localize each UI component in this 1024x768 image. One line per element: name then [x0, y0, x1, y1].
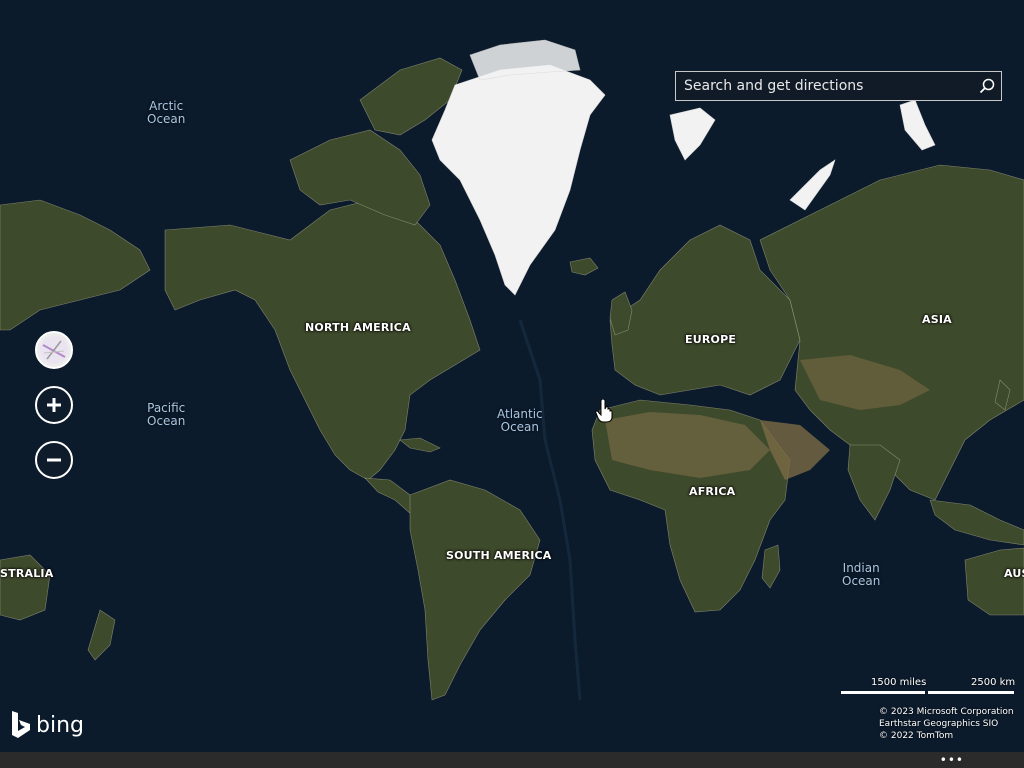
map-style-icon [40, 336, 68, 364]
label-indian-ocean: Indian Ocean [842, 561, 881, 588]
zoom-out-button[interactable] [35, 441, 73, 479]
label-south-america: SOUTH AMERICA [446, 549, 552, 562]
label-europe: EUROPE [685, 333, 737, 346]
more-options-button[interactable]: ••• [940, 753, 964, 767]
bottom-app-bar: ••• [0, 752, 1024, 768]
bing-wordmark: bing [36, 712, 84, 738]
label-atlantic-ocean: Atlantic Ocean [497, 407, 543, 434]
zoom-in-button[interactable] [35, 386, 73, 424]
search-button[interactable] [973, 72, 1001, 100]
search-input[interactable] [676, 72, 973, 100]
plus-icon [47, 398, 61, 412]
copyright-line-1: © 2023 Microsoft Corporation [879, 707, 1014, 717]
scale-bar-miles [841, 691, 925, 694]
label-pacific-ocean: Pacific Ocean [147, 401, 186, 428]
map-style-button[interactable] [35, 331, 73, 369]
scale-km-label: 2500 km [971, 677, 1016, 688]
hand-cursor-icon [595, 399, 613, 423]
label-australia-right: AUS [1004, 567, 1024, 580]
search-icon [979, 78, 995, 94]
scale-bar-km [928, 691, 1014, 694]
copyright-notice: © 2023 Microsoft Corporation Earthstar G… [879, 706, 1014, 742]
minus-icon [47, 458, 61, 462]
label-asia: ASIA [922, 313, 952, 326]
label-north-america: NORTH AMERICA [305, 321, 411, 334]
label-africa: AFRICA [689, 485, 736, 498]
scale-miles-label: 1500 miles [871, 677, 927, 688]
copyright-line-3: © 2022 TomTom [879, 731, 954, 741]
copyright-line-2: Earthstar Geographics SIO [879, 719, 999, 729]
bing-logo-icon [12, 711, 30, 738]
search-box[interactable] [675, 71, 1002, 101]
label-arctic-ocean: Arctic Ocean [147, 99, 186, 126]
label-australia-left: STRALIA [0, 567, 54, 580]
bing-logo[interactable]: bing [10, 710, 84, 740]
